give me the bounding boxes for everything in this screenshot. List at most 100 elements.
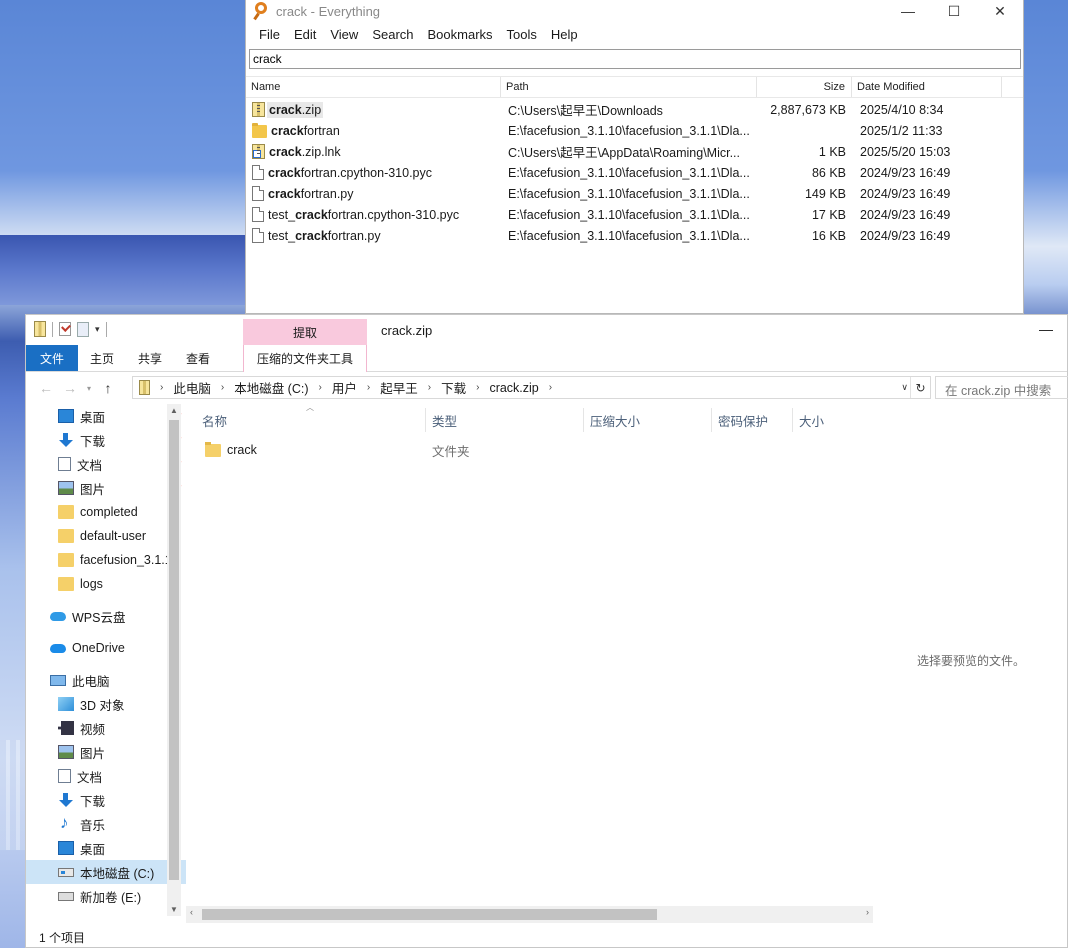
tab-file[interactable]: 文件 [26, 345, 79, 371]
name-prefix: test_ [268, 207, 296, 222]
refresh-icon[interactable]: ↻ [910, 377, 930, 398]
scrollbar-thumb[interactable] [169, 420, 179, 880]
result-row[interactable]: test_crackfortran.cpython-310.pyc E:\face… [246, 204, 1023, 225]
close-button[interactable]: ✕ [977, 0, 1023, 22]
nav-item[interactable]: 文档 [26, 764, 186, 788]
tab-view[interactable]: 查看 [174, 345, 222, 371]
navigation-pane-scrollbar[interactable]: ▲ ▼ [167, 404, 181, 916]
recent-locations-chevron-icon[interactable]: ▾ [82, 384, 96, 393]
nav-item[interactable]: facefusion_3.1.1 [26, 548, 186, 572]
item-name: crack [227, 443, 257, 457]
result-row[interactable]: test_crackfortran.py E:\facefusion_3.1.10… [246, 225, 1023, 246]
breadcrumb-this-pc[interactable]: 此电脑 [167, 378, 217, 397]
explorer-title-bar[interactable]: ▾ 提取 crack.zip — [26, 315, 1067, 345]
nav-item[interactable]: 下载 [26, 788, 186, 812]
zip-folder-icon [34, 321, 46, 337]
up-arrow-icon[interactable]: ↑ [96, 380, 120, 396]
everything-search-input[interactable] [249, 49, 1021, 69]
nav-item[interactable]: 桌面 [26, 836, 186, 860]
breadcrumb-separator-icon[interactable]: › [217, 382, 228, 393]
breadcrumb-separator-icon[interactable]: › [363, 382, 374, 393]
name-suffix: fortran.py [300, 186, 354, 201]
breadcrumb-crack-zip[interactable]: crack.zip [483, 381, 544, 395]
breadcrumb-separator-icon[interactable]: › [156, 382, 167, 393]
list-item[interactable]: crack 文件夹 [186, 437, 873, 463]
column-header-path[interactable]: Path [501, 77, 757, 97]
breadcrumb-users[interactable]: 用户 [326, 378, 363, 397]
nav-item[interactable]: default-user [26, 524, 186, 548]
tab-home[interactable]: 主页 [78, 345, 126, 371]
nav-item[interactable]: completed [26, 500, 186, 524]
minimize-button[interactable]: — [885, 0, 931, 22]
file-list-horizontal-scrollbar[interactable]: ‹ › [186, 906, 873, 923]
nav-group-spacer [26, 660, 186, 668]
column-header-size[interactable]: Size [757, 77, 852, 97]
tab-share[interactable]: 共享 [126, 345, 174, 371]
name-match-highlight: crack [295, 207, 328, 222]
forward-arrow-icon[interactable]: → [58, 380, 82, 396]
customize-toolbar-dropdown-icon[interactable]: ▾ [95, 324, 100, 335]
menu-bookmarks[interactable]: Bookmarks [421, 27, 500, 42]
address-bar[interactable]: › 此电脑 › 本地磁盘 (C:) › 用户 › 起早王 › 下载 › crac… [132, 376, 931, 399]
nav-item-label: 音乐 [80, 818, 106, 833]
column-header-size[interactable]: 大小 [793, 408, 863, 432]
nav-item[interactable]: 图片📌 [26, 476, 186, 500]
result-row[interactable]: crack.zip.lnk C:\Users\起早王\AppData\Roamin… [246, 141, 1023, 162]
nav-item[interactable]: 新加卷 (E:) [26, 884, 186, 908]
scroll-right-icon[interactable]: › [866, 907, 869, 917]
scroll-down-icon[interactable]: ▼ [170, 905, 178, 914]
menu-help[interactable]: Help [544, 27, 585, 42]
breadcrumb-separator-icon[interactable]: › [315, 382, 326, 393]
new-folder-icon[interactable] [77, 321, 89, 337]
result-row[interactable]: crack.zip C:\Users\起早王\Downloads 2,887,673… [246, 99, 1023, 120]
maximize-button[interactable]: ☐ [931, 0, 977, 22]
nav-item[interactable]: 音乐 [26, 812, 186, 836]
column-header-password-protected[interactable]: 密码保护 [712, 408, 793, 432]
nav-item[interactable]: 下载📌 [26, 428, 186, 452]
breadcrumb-user-folder[interactable]: 起早王 [374, 378, 424, 397]
tab-compressed-folder-tools[interactable]: 压缩的文件夹工具 [243, 345, 367, 372]
folder-icon [252, 123, 267, 138]
nav-item[interactable]: 本地磁盘 (C:) [26, 860, 186, 884]
result-row[interactable]: crackfortran.cpython-310.pyc E:\facefusio… [246, 162, 1023, 183]
menu-search[interactable]: Search [365, 27, 420, 42]
address-history-chevron-icon[interactable]: ∨ [901, 382, 908, 393]
scroll-up-icon[interactable]: ▲ [170, 406, 178, 415]
nav-item[interactable]: WPS云盘 [26, 604, 186, 628]
result-row[interactable]: crackfortran.py E:\facefusion_3.1.10\face… [246, 183, 1023, 204]
nav-item[interactable]: 视频 [26, 716, 186, 740]
breadcrumb-separator-icon[interactable]: › [545, 382, 556, 393]
menu-view[interactable]: View [323, 27, 365, 42]
minimize-button[interactable]: — [1039, 321, 1053, 337]
column-header-date-modified[interactable]: Date Modified [852, 77, 1002, 97]
breadcrumb-separator-icon[interactable]: › [424, 382, 435, 393]
menu-edit[interactable]: Edit [287, 27, 323, 42]
properties-icon[interactable] [59, 322, 71, 336]
breadcrumb-downloads[interactable]: 下载 [435, 378, 472, 397]
folder-search-input[interactable]: 在 crack.zip 中搜索 [935, 376, 1068, 399]
breadcrumb-separator-icon[interactable]: › [472, 382, 483, 393]
back-arrow-icon[interactable]: ← [34, 380, 58, 396]
name-suffix: fortran.cpython-310.pyc [327, 207, 460, 222]
name-suffix: .zip [301, 102, 322, 117]
column-header-compressed-size[interactable]: 压缩大小 [584, 408, 712, 432]
scrollbar-thumb[interactable] [202, 909, 657, 920]
nav-item[interactable]: 图片 [26, 740, 186, 764]
nav-item[interactable]: 3D 对象 [26, 692, 186, 716]
scroll-left-icon[interactable]: ‹ [190, 907, 193, 917]
menu-tools[interactable]: Tools [500, 27, 544, 42]
nav-item[interactable]: 此电脑 [26, 668, 186, 692]
nav-item[interactable]: logs [26, 572, 186, 596]
result-row[interactable]: crackfortran E:\facefusion_3.1.10\facefus… [246, 120, 1023, 141]
nav-item[interactable]: OneDrive [26, 636, 186, 660]
column-header-type[interactable]: 类型 [426, 408, 584, 432]
menu-file[interactable]: File [252, 27, 287, 42]
result-name: test_crackfortran.py [266, 228, 383, 244]
breadcrumb-local-disk-c[interactable]: 本地磁盘 (C:) [228, 378, 314, 397]
desktop-icon [58, 409, 74, 423]
nav-item[interactable]: 桌面📌 [26, 404, 186, 428]
nav-item[interactable]: 文档📌 [26, 452, 186, 476]
everything-title-bar[interactable]: crack - Everything — ☐ ✕ [246, 0, 1023, 22]
column-header-name[interactable]: Name [246, 77, 501, 97]
nav-item-label: 本地磁盘 (C:) [80, 866, 155, 881]
